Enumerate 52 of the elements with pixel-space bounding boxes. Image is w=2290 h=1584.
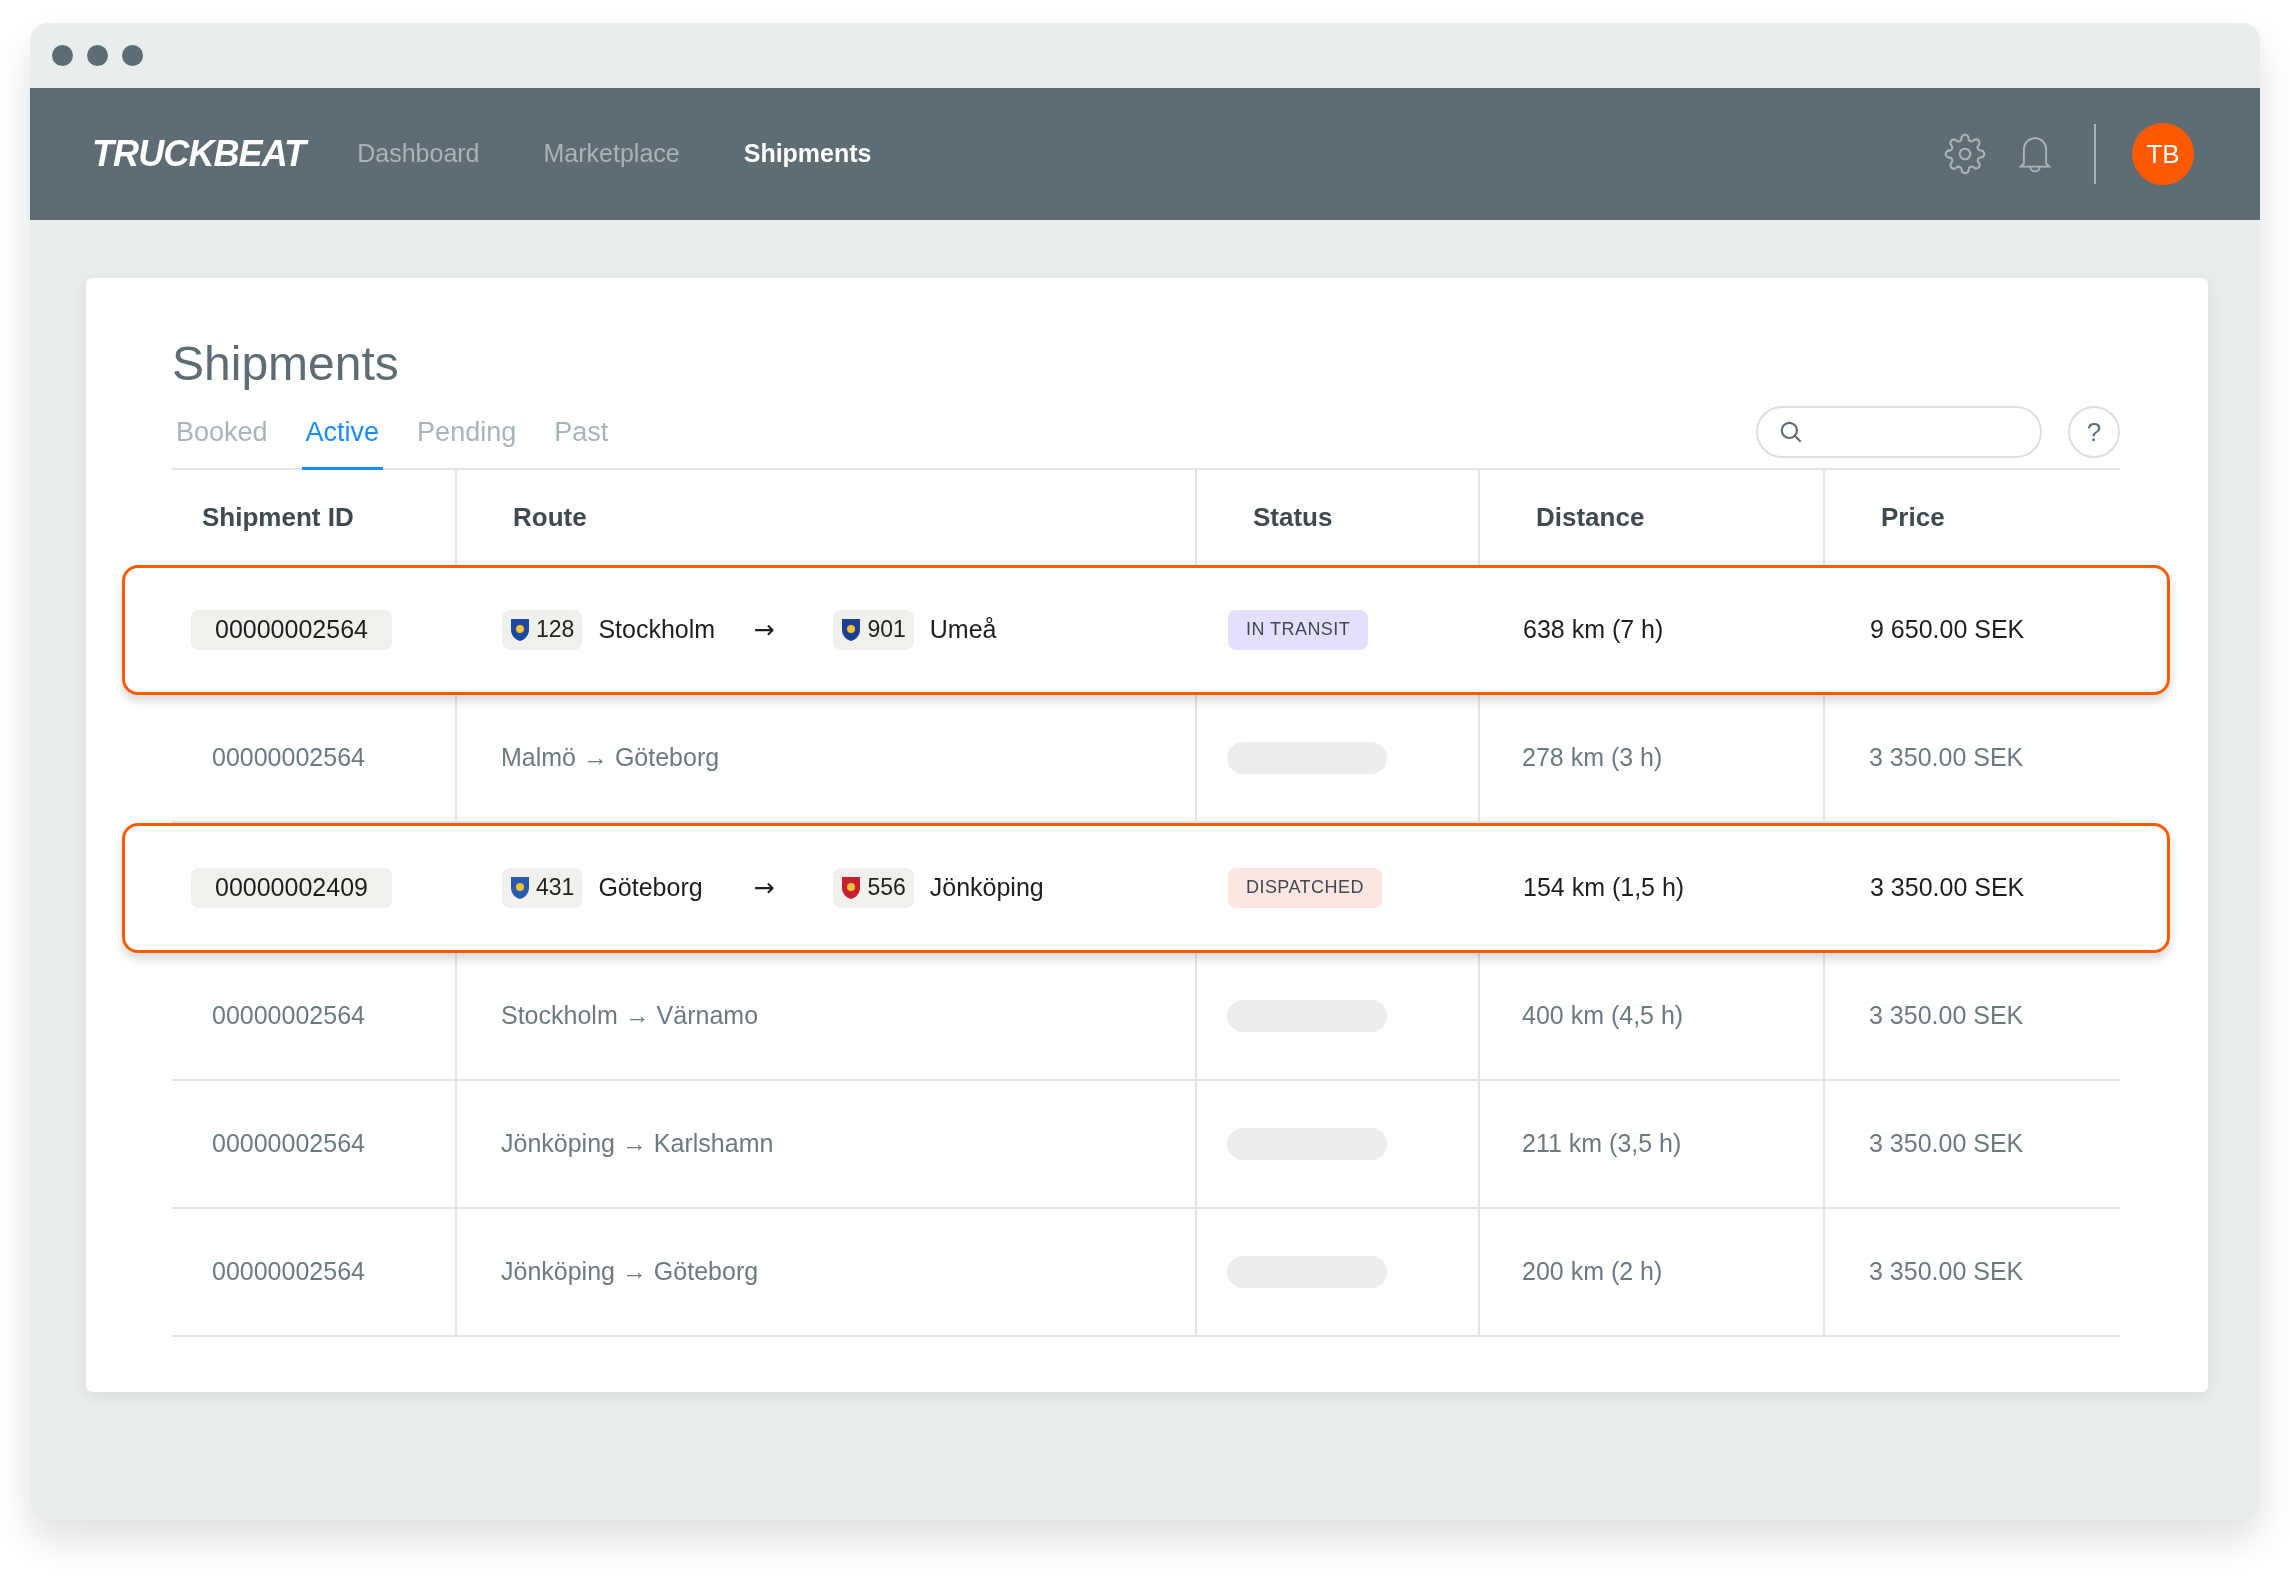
search-field[interactable]: [1756, 406, 2042, 458]
price-text: 3 350.00 SEK: [1869, 1255, 2024, 1287]
nav-link[interactable]: Shipments: [743, 135, 872, 173]
price-text: 3 350.00 SEK: [1869, 1127, 2024, 1159]
shipment-id: 00000002564: [191, 609, 392, 650]
city-name: Stockholm: [598, 613, 717, 645]
tab[interactable]: Pending: [413, 412, 521, 470]
nav-link[interactable]: Marketplace: [543, 135, 680, 173]
status-badge: IN TRANSIT: [1228, 609, 1369, 650]
shipment-id: 00000002564: [211, 999, 365, 1031]
district-badge: 128: [502, 609, 583, 650]
district-badge: 556: [833, 867, 914, 908]
shipment-id: 00000002564: [211, 1255, 365, 1287]
arrow-icon: →: [753, 868, 834, 907]
distance-text: 278 km (3 h): [1522, 741, 1663, 773]
shipment-id: 00000002564: [211, 741, 365, 773]
route-text: Jönköping → Karlshamn: [501, 1127, 774, 1159]
tab[interactable]: Past: [550, 412, 613, 470]
distance-text: 638 km (7 h): [1523, 613, 1664, 645]
tab[interactable]: Booked: [172, 412, 272, 470]
route-text: Jönköping → Göteborg: [501, 1255, 759, 1287]
route-text: Stockholm → Värnamo: [501, 999, 759, 1031]
column-header: Shipment ID: [202, 500, 354, 534]
column-header: Distance: [1536, 500, 1645, 534]
status-badge: DISPATCHED: [1228, 867, 1382, 908]
price-text: 3 350.00 SEK: [1869, 999, 2024, 1031]
city-name: Umeå: [929, 613, 997, 645]
price-text: 3 350.00 SEK: [1870, 871, 2025, 903]
distance-text: 200 km (2 h): [1522, 1255, 1663, 1287]
page-title: Shipments: [172, 340, 399, 388]
help-button[interactable]: ?: [2068, 406, 2120, 458]
nav-link[interactable]: Dashboard: [357, 135, 480, 173]
city-name: Göteborg: [598, 871, 704, 903]
shipment-id: 00000002564: [211, 1127, 365, 1159]
distance-text: 154 km (1,5 h): [1523, 871, 1685, 903]
settings-icon[interactable]: [1944, 133, 1986, 175]
user-avatar[interactable]: TB: [2132, 123, 2194, 185]
district-badge: 431: [502, 867, 583, 908]
distance-text: 400 km (4,5 h): [1522, 999, 1684, 1031]
column-header: Price: [1881, 500, 1945, 534]
price-text: 9 650.00 SEK: [1870, 613, 2025, 645]
tab[interactable]: Active: [301, 412, 384, 470]
district-badge: 901: [833, 609, 914, 650]
arrow-icon: →: [753, 610, 834, 649]
price-text: 3 350.00 SEK: [1869, 741, 2024, 773]
column-header: Route: [513, 500, 587, 534]
distance-text: 211 km (3,5 h): [1522, 1127, 1682, 1159]
search-icon: [1778, 419, 1804, 445]
column-header: Status: [1253, 500, 1333, 534]
shipment-id: 00000002409: [191, 867, 392, 908]
route-text: Malmö → Göteborg: [501, 741, 720, 773]
city-name: Jönköping: [929, 871, 1044, 903]
